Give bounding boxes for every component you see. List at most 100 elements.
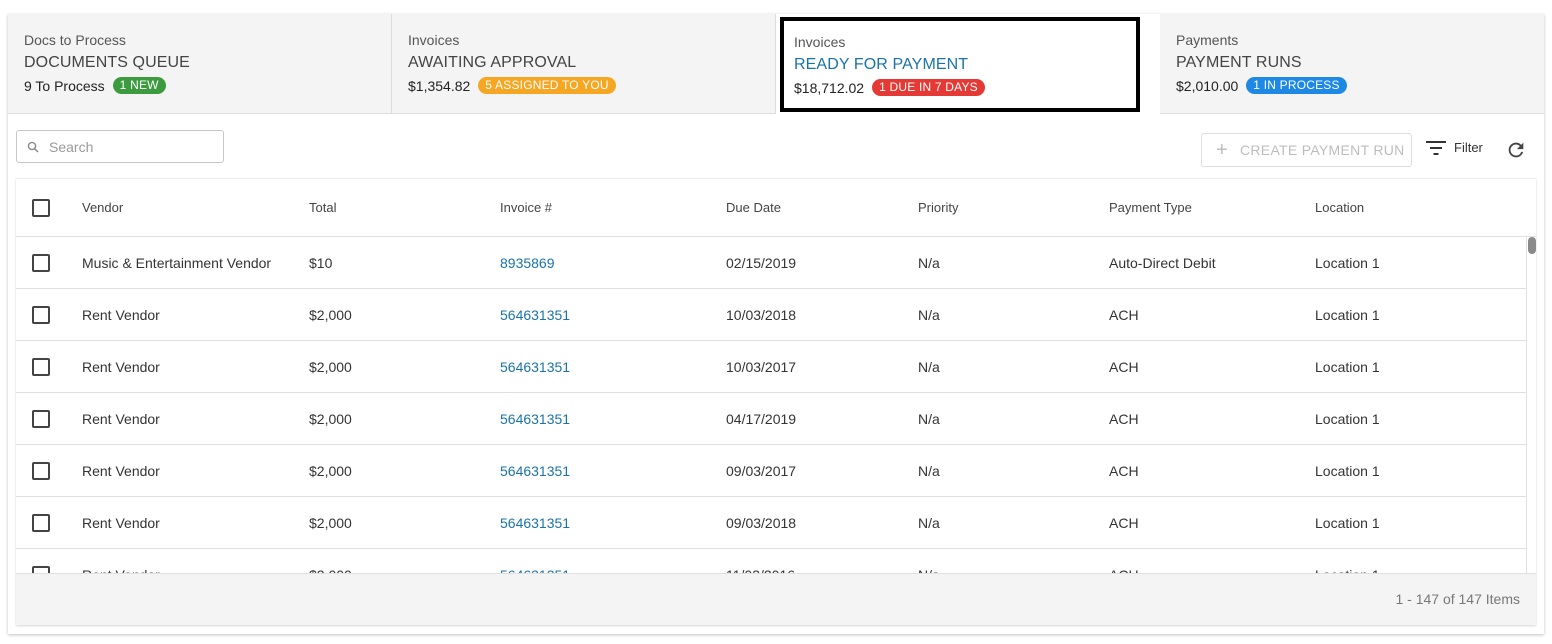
invoice-link[interactable]: 564631351	[500, 445, 570, 496]
payment-type-cell: ACH	[1109, 306, 1139, 323]
tab-payment-runs[interactable]: Payments PAYMENT RUNS $2,010.00 1 IN PRO…	[1160, 14, 1544, 114]
total-cell: $10	[309, 254, 333, 271]
row-checkbox[interactable]	[32, 357, 50, 376]
location-cell: Location 1	[1315, 306, 1380, 323]
search-field[interactable]	[16, 130, 224, 163]
invoice-link[interactable]: 8935869	[500, 237, 555, 288]
priority-cell: N/a	[918, 410, 940, 427]
priority-cell: N/a	[918, 306, 940, 323]
vendor-cell: Rent Vendor	[82, 462, 160, 479]
create-payment-run-button[interactable]: + CREATE PAYMENT RUN	[1201, 133, 1412, 167]
tab-category: Invoices	[794, 34, 846, 50]
priority-cell: N/a	[918, 254, 940, 271]
column-header-invoice[interactable]: Invoice #	[500, 179, 552, 236]
search-icon	[27, 141, 39, 153]
invoice-link[interactable]: 564631351	[500, 289, 570, 340]
total-cell: $2,000	[309, 462, 352, 479]
select-all-checkbox[interactable]	[32, 198, 50, 217]
table-row[interactable]: Rent Vendor $2,000 564631351 11/03/2016 …	[16, 549, 1526, 573]
search-input[interactable]	[47, 137, 211, 156]
location-cell: Location 1	[1315, 514, 1380, 531]
vendor-cell: Rent Vendor	[82, 410, 160, 427]
row-checkbox[interactable]	[32, 253, 50, 272]
create-payment-run-label: CREATE PAYMENT RUN	[1239, 142, 1405, 158]
grid-body: Music & Entertainment Vendor $10 8935869…	[16, 237, 1526, 573]
table-row[interactable]: Rent Vendor $2,000 564631351 09/03/2018 …	[16, 497, 1526, 549]
tab-category: Invoices	[408, 32, 460, 48]
table-row[interactable]: Rent Vendor $2,000 564631351 09/03/2017 …	[16, 445, 1526, 497]
invoice-link[interactable]: 564631351	[500, 341, 570, 392]
due-date-cell: 10/03/2018	[726, 306, 797, 323]
priority-cell: N/a	[918, 462, 940, 479]
payment-type-cell: ACH	[1109, 358, 1139, 375]
tab-amount: $1,354.82	[408, 77, 471, 94]
total-cell: $2,000	[309, 358, 352, 375]
payment-type-cell: ACH	[1109, 514, 1139, 531]
status-badge: 1 IN PROCESS	[1246, 77, 1347, 94]
grid-footer: 1 - 147 of 147 Items	[16, 573, 1536, 625]
priority-cell: N/a	[918, 549, 940, 574]
column-header-priority[interactable]: Priority	[918, 179, 958, 236]
row-checkbox[interactable]	[32, 305, 50, 324]
vendor-cell: Rent Vendor	[82, 358, 160, 375]
plus-icon: +	[1216, 139, 1228, 161]
total-cell: $2,000	[309, 306, 352, 323]
total-cell: $2,000	[309, 410, 352, 427]
due-date-cell: 09/03/2017	[726, 462, 797, 479]
vendor-cell: Rent Vendor	[82, 549, 160, 574]
column-header-payment-type[interactable]: Payment Type	[1109, 179, 1192, 236]
tab-amount: 9 To Process	[24, 77, 105, 94]
tab-amount: $18,712.02	[794, 79, 865, 96]
status-badge: 1 DUE IN 7 DAYS	[872, 79, 985, 96]
table-row[interactable]: Rent Vendor $2,000 564631351 10/03/2018 …	[16, 289, 1526, 341]
location-cell: Location 1	[1315, 549, 1380, 574]
invoice-link[interactable]: 564631351	[500, 549, 570, 574]
payment-type-cell: ACH	[1109, 462, 1139, 479]
grid-header: Vendor Total Invoice # Due Date Priority…	[16, 179, 1536, 237]
column-header-location[interactable]: Location	[1315, 179, 1364, 236]
payables-app: Docs to Process DOCUMENTS QUEUE 9 To Pro…	[8, 14, 1544, 634]
filter-label: Filter	[1454, 140, 1483, 155]
row-checkbox[interactable]	[32, 513, 50, 532]
invoice-link[interactable]: 564631351	[500, 497, 570, 548]
filter-button[interactable]: Filter	[1426, 140, 1483, 155]
location-cell: Location 1	[1315, 410, 1380, 427]
select-all-cell	[32, 179, 50, 236]
pagination-info: 1 - 147 of 147 Items	[1395, 591, 1520, 607]
vendor-cell: Rent Vendor	[82, 306, 160, 323]
tab-awaiting-approval[interactable]: Invoices AWAITING APPROVAL $1,354.82 5 A…	[392, 14, 776, 114]
invoice-grid: Vendor Total Invoice # Due Date Priority…	[16, 178, 1536, 625]
table-row[interactable]: Music & Entertainment Vendor $10 8935869…	[16, 237, 1526, 289]
tab-category: Docs to Process	[24, 32, 126, 48]
due-date-cell: 10/03/2017	[726, 358, 797, 375]
total-cell: $2,000	[309, 514, 352, 531]
column-header-due-date[interactable]: Due Date	[726, 179, 781, 236]
location-cell: Location 1	[1315, 358, 1380, 375]
vendor-cell: Rent Vendor	[82, 514, 160, 531]
vendor-cell: Music & Entertainment Vendor	[82, 254, 272, 271]
tab-title: PAYMENT RUNS	[1176, 54, 1302, 71]
table-row[interactable]: Rent Vendor $2,000 564631351 04/17/2019 …	[16, 393, 1526, 445]
row-checkbox[interactable]	[32, 565, 50, 573]
due-date-cell: 04/17/2019	[726, 410, 797, 427]
scrollbar-thumb[interactable]	[1528, 237, 1536, 254]
row-checkbox[interactable]	[32, 409, 50, 428]
tab-ready-for-payment[interactable]: Invoices READY FOR PAYMENT $18,712.02 1 …	[780, 17, 1140, 112]
due-date-cell: 09/03/2018	[726, 514, 797, 531]
summary-tabs: Docs to Process DOCUMENTS QUEUE 9 To Pro…	[8, 14, 1544, 114]
column-header-total[interactable]: Total	[309, 179, 336, 236]
column-header-vendor[interactable]: Vendor	[82, 179, 123, 236]
status-badge: 5 ASSIGNED TO YOU	[478, 77, 616, 94]
refresh-icon[interactable]	[1505, 139, 1527, 161]
priority-cell: N/a	[918, 514, 940, 531]
tab-title: READY FOR PAYMENT	[794, 56, 969, 73]
tab-title: AWAITING APPROVAL	[408, 54, 577, 71]
tab-documents-queue[interactable]: Docs to Process DOCUMENTS QUEUE 9 To Pro…	[8, 14, 392, 114]
invoice-link[interactable]: 564631351	[500, 393, 570, 444]
due-date-cell: 02/15/2019	[726, 254, 797, 271]
vertical-scrollbar[interactable]	[1526, 237, 1536, 573]
table-row[interactable]: Rent Vendor $2,000 564631351 10/03/2017 …	[16, 341, 1526, 393]
total-cell: $2,000	[309, 549, 352, 574]
tab-title: DOCUMENTS QUEUE	[24, 54, 190, 71]
row-checkbox[interactable]	[32, 461, 50, 480]
